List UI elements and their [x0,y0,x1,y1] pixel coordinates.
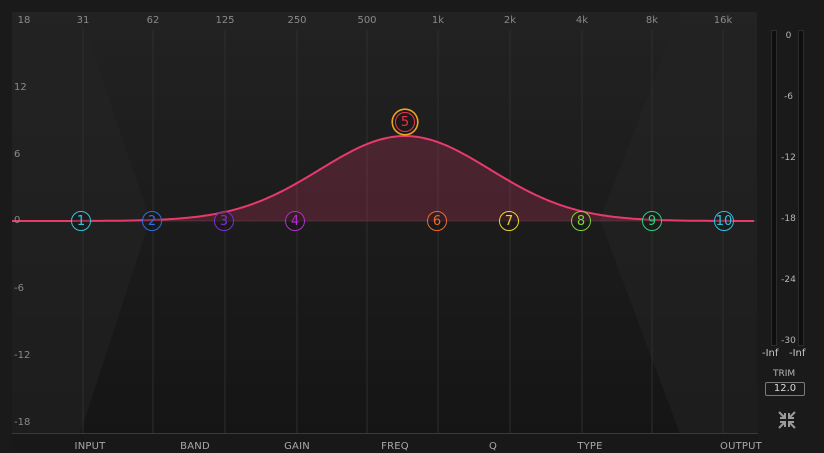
gain-label: -18 [14,417,31,428]
gain-label: 12 [14,82,27,93]
freq-label: 2k [503,15,517,26]
gain-label: 6 [14,149,21,160]
meter-scale-label: -6 [784,92,793,102]
eq-graph[interactable] [0,0,824,449]
freq-label: 31 [76,15,90,26]
eq-panel: 18 31 62 125 250 500 1k 2k 4k 8k 16k 12 6 0 -6 -12 -18 … [0,0,824,452]
gain-label: -12 [14,350,31,361]
footer-label-band[interactable]: BAND [180,441,210,453]
band-node-7[interactable]: 7 [499,211,519,231]
trim-field[interactable]: 12.0 [765,382,805,396]
freq-label: 125 [215,15,235,26]
meter-right-peak: -Inf [789,348,806,359]
footer-label-output[interactable]: OUTPUT [720,441,762,453]
footer-label-type[interactable]: TYPE [577,441,602,453]
footer-label-freq[interactable]: FREQ [381,441,409,453]
freq-label: 250 [287,15,307,26]
freq-label: 1k [431,15,445,26]
band-node-3[interactable]: 3 [214,211,234,231]
meter-left [771,30,777,346]
footer-label-gain[interactable]: GAIN [284,441,310,453]
band-node-6[interactable]: 6 [427,211,447,231]
band-node-9[interactable]: 9 [642,211,662,231]
band-node-8[interactable]: 8 [571,211,591,231]
freq-label: 4k [575,15,589,26]
band-node-1[interactable]: 1 [71,211,91,231]
meter-right [798,30,804,346]
meter-left-peak: -Inf [762,348,779,359]
freq-label: 62 [146,15,160,26]
band-node-2[interactable]: 2 [142,211,162,231]
meter-scale-label: -30 [781,336,796,346]
gain-label: 0 [14,215,21,226]
meter-scale-label: -18 [781,214,796,224]
trim-label: TRIM [773,369,796,379]
meter-scale-label: -12 [781,153,796,163]
collapse-icon[interactable] [777,410,797,430]
freq-label: 8k [645,15,659,26]
band-node-10[interactable]: 10 [714,211,734,231]
footer-label-q[interactable]: Q [489,441,497,453]
band-node-4[interactable]: 4 [285,211,305,231]
freq-label: 500 [357,15,377,26]
gain-label: -6 [14,283,24,294]
meter-scale-label: -24 [781,275,796,285]
meter-scale-label: 0 [785,31,792,41]
band-node-5[interactable]: 5 [395,112,415,132]
footer-label-input[interactable]: INPUT [75,441,106,453]
freq-label: 18 [17,15,31,26]
freq-label: 16k [713,15,733,26]
